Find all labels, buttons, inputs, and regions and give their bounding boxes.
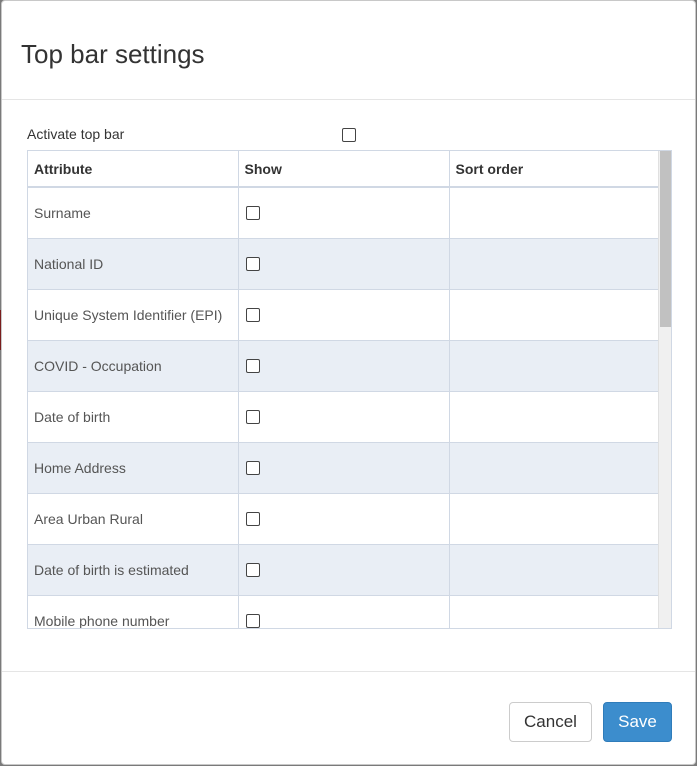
table-row: Date of birth is estimated [28, 544, 660, 596]
show-checkbox[interactable] [245, 511, 260, 526]
attribute-cell: Home Address [28, 442, 239, 494]
show-cell [238, 391, 450, 443]
modal-title: Top bar settings [21, 39, 205, 69]
show-cell [238, 493, 450, 545]
attributes-table: Attribute Show Sort order Surname Nation… [28, 151, 660, 628]
show-checkbox[interactable] [245, 205, 260, 220]
table-row: COVID - Occupation [28, 340, 660, 392]
show-checkbox[interactable] [245, 613, 260, 628]
attributes-table-container: Attribute Show Sort order Surname Nation… [27, 150, 672, 629]
save-button[interactable]: Save [603, 702, 672, 742]
show-checkbox[interactable] [245, 358, 260, 373]
sort-order-cell[interactable] [449, 289, 660, 341]
sort-order-cell[interactable] [449, 340, 660, 392]
table-scrollbar[interactable] [658, 151, 671, 628]
column-header-attribute: Attribute [28, 151, 239, 188]
sort-order-cell[interactable] [449, 493, 660, 545]
show-cell [238, 187, 450, 239]
table-row: Mobile phone number [28, 595, 660, 628]
attribute-cell: Date of birth is estimated [28, 544, 239, 596]
attribute-cell: Mobile phone number [28, 595, 239, 628]
attribute-cell: Date of birth [28, 391, 239, 443]
modal-header: Top bar settings [2, 1, 695, 100]
top-bar-settings-modal: Top bar settings Activate top bar Attrib… [1, 0, 696, 765]
scrollbar-thumb[interactable] [660, 151, 671, 327]
table-header-row: Attribute Show Sort order [28, 151, 660, 188]
sort-order-cell[interactable] [449, 391, 660, 443]
sort-order-cell[interactable] [449, 442, 660, 494]
show-cell [238, 340, 450, 392]
table-row: National ID [28, 238, 660, 290]
activate-top-bar-label: Activate top bar [27, 126, 125, 142]
show-cell [238, 289, 450, 341]
show-cell [238, 544, 450, 596]
sort-order-cell[interactable] [449, 544, 660, 596]
attribute-cell: COVID - Occupation [28, 340, 239, 392]
sort-order-cell[interactable] [449, 595, 660, 628]
show-checkbox[interactable] [245, 256, 260, 271]
attribute-cell: Surname [28, 187, 239, 239]
table-row: Unique System Identifier (EPI) [28, 289, 660, 341]
attribute-cell: National ID [28, 238, 239, 290]
column-header-show: Show [238, 151, 450, 188]
modal-footer: Cancel Save [2, 672, 695, 764]
show-cell [238, 442, 450, 494]
modal-body: Activate top bar Attribute Show Sort ord… [2, 100, 695, 672]
show-checkbox[interactable] [245, 409, 260, 424]
column-header-sort-order: Sort order [449, 151, 660, 188]
table-row: Home Address [28, 442, 660, 494]
activate-top-bar-checkbox[interactable] [342, 128, 356, 142]
show-cell [238, 595, 450, 628]
cancel-button[interactable]: Cancel [509, 702, 592, 742]
sort-order-cell[interactable] [449, 238, 660, 290]
attribute-cell: Area Urban Rural [28, 493, 239, 545]
attribute-cell: Unique System Identifier (EPI) [28, 289, 239, 341]
table-row: Surname [28, 187, 660, 239]
show-checkbox[interactable] [245, 460, 260, 475]
table-row: Area Urban Rural [28, 493, 660, 545]
show-checkbox[interactable] [245, 562, 260, 577]
show-checkbox[interactable] [245, 307, 260, 322]
show-cell [238, 238, 450, 290]
sort-order-cell[interactable] [449, 187, 660, 239]
table-row: Date of birth [28, 391, 660, 443]
